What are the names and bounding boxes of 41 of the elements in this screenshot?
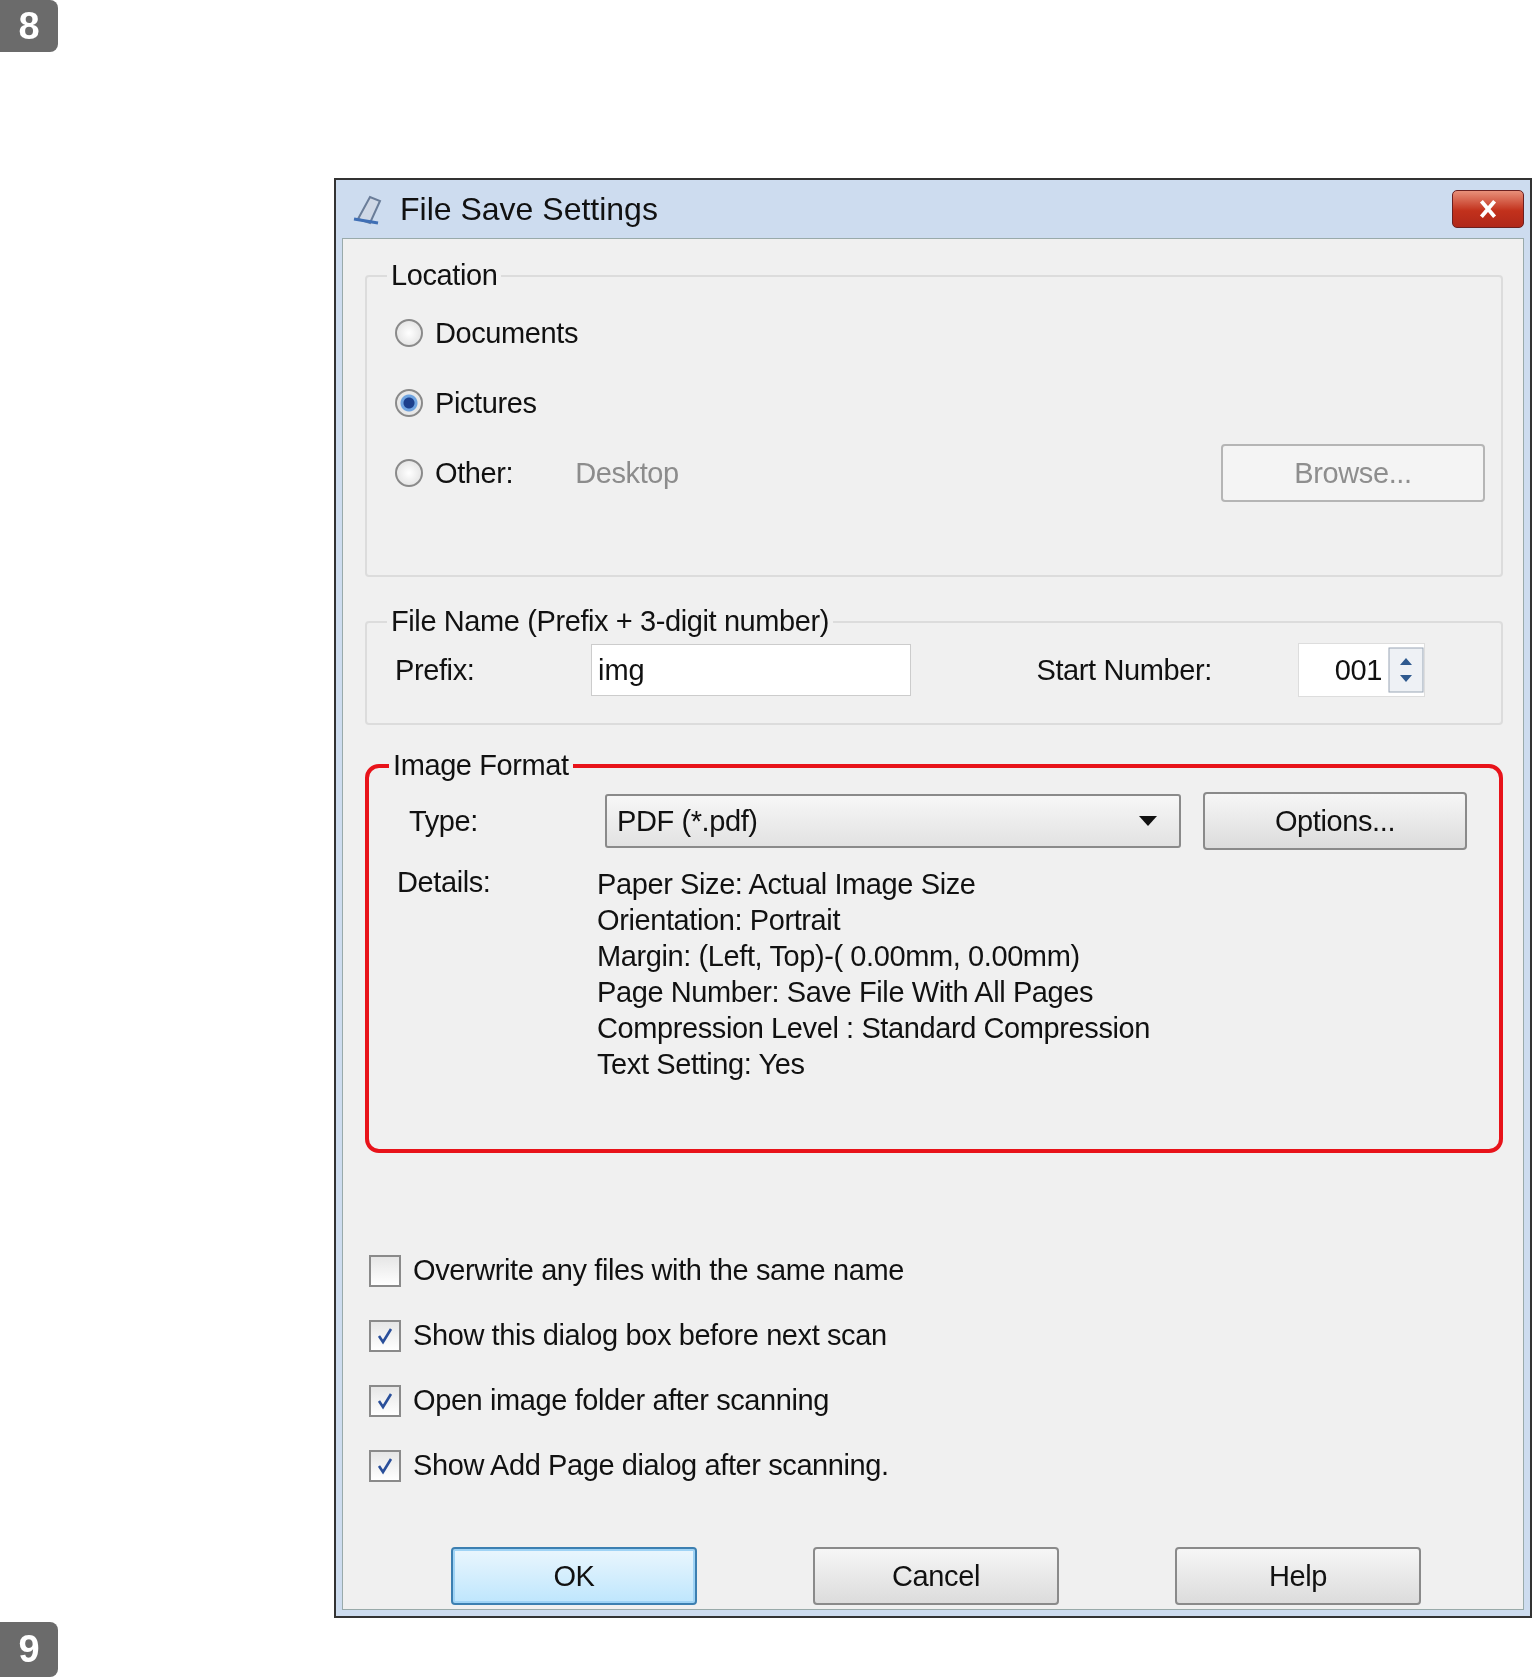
dropdown-arrow-icon <box>1137 815 1159 827</box>
details-label: Details: <box>397 866 492 900</box>
radio-label: Other: <box>435 456 514 490</box>
folder-path: Desktop <box>575 456 679 490</box>
radio-button[interactable] <box>395 459 423 487</box>
prefix-field[interactable]: img <box>591 644 911 696</box>
spin-arrows-icon <box>1388 647 1424 693</box>
group-title: Image Format <box>392 749 570 782</box>
close-button[interactable] <box>1452 190 1524 228</box>
radio-label: Documents <box>435 316 579 350</box>
dialog-button[interactable]: Cancel <box>813 1547 1059 1605</box>
prefix-label: Prefix: <box>395 653 476 687</box>
detail-line: Page Number: Save File With All Pages <box>597 975 1095 1010</box>
checkbox-label: Overwrite any files with the same name <box>413 1254 904 1287</box>
radio-button[interactable] <box>395 319 423 347</box>
window-title: File Save Settings <box>400 190 658 228</box>
checkbox[interactable] <box>369 1384 401 1417</box>
checkbox[interactable] <box>369 1254 401 1287</box>
type-label: Type: <box>408 804 479 838</box>
radio-button[interactable] <box>395 389 423 417</box>
page-number-badge: 9 <box>0 1622 58 1677</box>
dialog-button[interactable]: OK <box>451 1547 697 1605</box>
page-number-badge: 8 <box>0 0 58 52</box>
checkbox[interactable] <box>369 1449 401 1482</box>
group-title: File Name (Prefix + 3-digit number) <box>390 605 831 638</box>
detail-line: Margin: (Left, Top)-( 0.00mm, 0.00mm) <box>597 939 1081 974</box>
options-button[interactable]: Options... <box>1203 792 1467 850</box>
detail-line: Orientation: Portrait <box>597 903 842 938</box>
group-title: Location <box>390 259 499 292</box>
radio-label: Pictures <box>435 386 537 420</box>
checkbox[interactable] <box>369 1319 401 1352</box>
detail-line: Paper Size: Actual Image Size <box>597 867 977 902</box>
checkbox-label: Open image folder after scanning <box>413 1384 829 1417</box>
start-number-spinner[interactable]: 001 <box>1297 643 1425 697</box>
detail-line: Text Setting: Yes <box>597 1047 806 1082</box>
checkbox-label: Show this dialog box before next scan <box>413 1319 887 1352</box>
dialog-button[interactable]: Help <box>1175 1547 1421 1605</box>
start-number-label: Start Number: <box>1036 653 1212 687</box>
detail-line: Compression Level : Standard Compression <box>597 1011 1150 1046</box>
type-dropdown[interactable]: PDF (*.pdf) <box>605 794 1181 848</box>
checkbox-label: Show Add Page dialog after scanning. <box>413 1449 889 1482</box>
